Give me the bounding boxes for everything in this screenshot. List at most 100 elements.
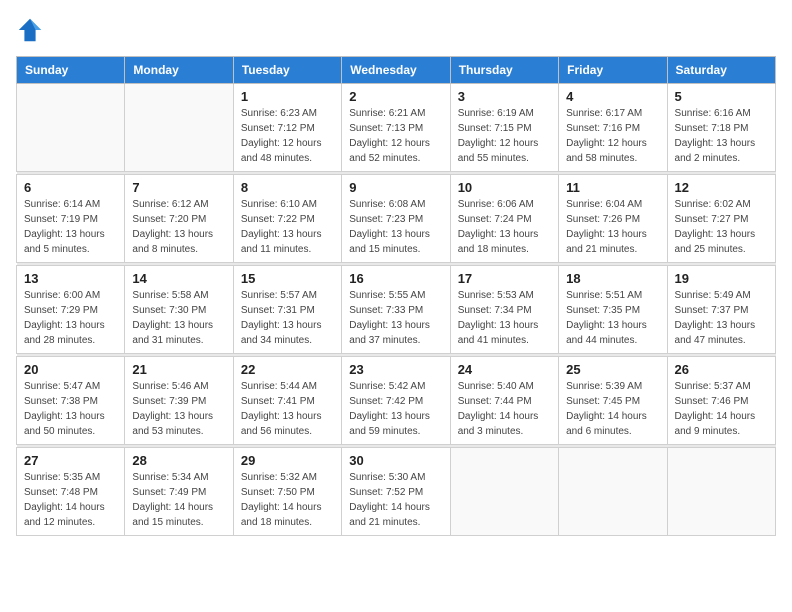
day-info: Sunrise: 5:35 AMSunset: 7:48 PMDaylight:… — [24, 470, 117, 530]
calendar-cell — [17, 84, 125, 172]
calendar-week-1: 1 Sunrise: 6:23 AMSunset: 7:12 PMDaylight… — [17, 84, 776, 172]
calendar-week-5: 27 Sunrise: 5:35 AMSunset: 7:48 PMDayligh… — [17, 448, 776, 536]
day-info: Sunrise: 5:39 AMSunset: 7:45 PMDaylight:… — [566, 379, 659, 439]
day-number: 11 — [566, 180, 659, 195]
header-tuesday: Tuesday — [233, 57, 341, 84]
calendar-cell: 1 Sunrise: 6:23 AMSunset: 7:12 PMDaylight… — [233, 84, 341, 172]
day-info: Sunrise: 5:42 AMSunset: 7:42 PMDaylight:… — [349, 379, 442, 439]
calendar-header-row: SundayMondayTuesdayWednesdayThursdayFrid… — [17, 57, 776, 84]
page-header — [16, 16, 776, 44]
day-number: 8 — [241, 180, 334, 195]
calendar-cell: 14 Sunrise: 5:58 AMSunset: 7:30 PMDayligh… — [125, 266, 233, 354]
calendar-cell: 5 Sunrise: 6:16 AMSunset: 7:18 PMDaylight… — [667, 84, 775, 172]
calendar-cell: 3 Sunrise: 6:19 AMSunset: 7:15 PMDaylight… — [450, 84, 558, 172]
day-info: Sunrise: 6:17 AMSunset: 7:16 PMDaylight:… — [566, 106, 659, 166]
day-info: Sunrise: 5:55 AMSunset: 7:33 PMDaylight:… — [349, 288, 442, 348]
calendar-week-2: 6 Sunrise: 6:14 AMSunset: 7:19 PMDaylight… — [17, 175, 776, 263]
calendar-cell: 12 Sunrise: 6:02 AMSunset: 7:27 PMDayligh… — [667, 175, 775, 263]
day-number: 10 — [458, 180, 551, 195]
day-number: 14 — [132, 271, 225, 286]
header-friday: Friday — [559, 57, 667, 84]
calendar-cell: 15 Sunrise: 5:57 AMSunset: 7:31 PMDayligh… — [233, 266, 341, 354]
day-number: 5 — [675, 89, 768, 104]
calendar-cell: 27 Sunrise: 5:35 AMSunset: 7:48 PMDayligh… — [17, 448, 125, 536]
day-info: Sunrise: 6:19 AMSunset: 7:15 PMDaylight:… — [458, 106, 551, 166]
day-number: 2 — [349, 89, 442, 104]
calendar-cell — [667, 448, 775, 536]
day-number: 1 — [241, 89, 334, 104]
day-number: 26 — [675, 362, 768, 377]
day-number: 16 — [349, 271, 442, 286]
day-number: 12 — [675, 180, 768, 195]
day-info: Sunrise: 5:37 AMSunset: 7:46 PMDaylight:… — [675, 379, 768, 439]
day-number: 6 — [24, 180, 117, 195]
day-number: 18 — [566, 271, 659, 286]
calendar-cell: 8 Sunrise: 6:10 AMSunset: 7:22 PMDaylight… — [233, 175, 341, 263]
day-number: 4 — [566, 89, 659, 104]
day-info: Sunrise: 5:47 AMSunset: 7:38 PMDaylight:… — [24, 379, 117, 439]
day-number: 25 — [566, 362, 659, 377]
calendar-cell: 10 Sunrise: 6:06 AMSunset: 7:24 PMDayligh… — [450, 175, 558, 263]
calendar-cell: 20Sunrise: 5:47 AMSunset: 7:38 PMDayligh… — [17, 357, 125, 445]
day-number: 23 — [349, 362, 442, 377]
calendar-cell: 26 Sunrise: 5:37 AMSunset: 7:46 PMDayligh… — [667, 357, 775, 445]
calendar-cell: 21Sunrise: 5:46 AMSunset: 7:39 PMDayligh… — [125, 357, 233, 445]
day-info: Sunrise: 6:23 AMSunset: 7:12 PMDaylight:… — [241, 106, 334, 166]
calendar-cell: 19Sunrise: 5:49 AMSunset: 7:37 PMDayligh… — [667, 266, 775, 354]
calendar-cell: 17Sunrise: 5:53 AMSunset: 7:34 PMDayligh… — [450, 266, 558, 354]
header-sunday: Sunday — [17, 57, 125, 84]
calendar-cell: 2 Sunrise: 6:21 AMSunset: 7:13 PMDaylight… — [342, 84, 450, 172]
day-number: 9 — [349, 180, 442, 195]
day-number: 29 — [241, 453, 334, 468]
calendar-cell: 6 Sunrise: 6:14 AMSunset: 7:19 PMDaylight… — [17, 175, 125, 263]
header-thursday: Thursday — [450, 57, 558, 84]
day-info: Sunrise: 6:06 AMSunset: 7:24 PMDaylight:… — [458, 197, 551, 257]
day-number: 22 — [241, 362, 334, 377]
day-number: 30 — [349, 453, 442, 468]
calendar-cell: 7 Sunrise: 6:12 AMSunset: 7:20 PMDaylight… — [125, 175, 233, 263]
day-info: Sunrise: 5:46 AMSunset: 7:39 PMDaylight:… — [132, 379, 225, 439]
day-info: Sunrise: 5:58 AMSunset: 7:30 PMDaylight:… — [132, 288, 225, 348]
header-saturday: Saturday — [667, 57, 775, 84]
calendar-cell: 11Sunrise: 6:04 AMSunset: 7:26 PMDayligh… — [559, 175, 667, 263]
logo — [16, 16, 48, 44]
day-info: Sunrise: 5:44 AMSunset: 7:41 PMDaylight:… — [241, 379, 334, 439]
calendar-week-4: 20Sunrise: 5:47 AMSunset: 7:38 PMDayligh… — [17, 357, 776, 445]
day-info: Sunrise: 5:30 AMSunset: 7:52 PMDaylight:… — [349, 470, 442, 530]
calendar-cell: 28Sunrise: 5:34 AMSunset: 7:49 PMDayligh… — [125, 448, 233, 536]
day-number: 24 — [458, 362, 551, 377]
logo-icon — [16, 16, 44, 44]
calendar-cell: 18 Sunrise: 5:51 AMSunset: 7:35 PMDayligh… — [559, 266, 667, 354]
day-info: Sunrise: 5:32 AMSunset: 7:50 PMDaylight:… — [241, 470, 334, 530]
calendar-cell — [125, 84, 233, 172]
day-number: 27 — [24, 453, 117, 468]
calendar-cell: 25 Sunrise: 5:39 AMSunset: 7:45 PMDayligh… — [559, 357, 667, 445]
calendar-cell: 22 Sunrise: 5:44 AMSunset: 7:41 PMDayligh… — [233, 357, 341, 445]
calendar-cell: 29 Sunrise: 5:32 AMSunset: 7:50 PMDayligh… — [233, 448, 341, 536]
day-info: Sunrise: 6:10 AMSunset: 7:22 PMDaylight:… — [241, 197, 334, 257]
calendar-cell: 4 Sunrise: 6:17 AMSunset: 7:16 PMDaylight… — [559, 84, 667, 172]
day-number: 7 — [132, 180, 225, 195]
day-info: Sunrise: 5:51 AMSunset: 7:35 PMDaylight:… — [566, 288, 659, 348]
day-info: Sunrise: 6:00 AMSunset: 7:29 PMDaylight:… — [24, 288, 117, 348]
day-info: Sunrise: 6:14 AMSunset: 7:19 PMDaylight:… — [24, 197, 117, 257]
day-info: Sunrise: 5:40 AMSunset: 7:44 PMDaylight:… — [458, 379, 551, 439]
calendar-cell: 24 Sunrise: 5:40 AMSunset: 7:44 PMDayligh… — [450, 357, 558, 445]
day-info: Sunrise: 6:12 AMSunset: 7:20 PMDaylight:… — [132, 197, 225, 257]
day-info: Sunrise: 6:21 AMSunset: 7:13 PMDaylight:… — [349, 106, 442, 166]
calendar-cell — [450, 448, 558, 536]
day-number: 3 — [458, 89, 551, 104]
calendar-cell: 30 Sunrise: 5:30 AMSunset: 7:52 PMDayligh… — [342, 448, 450, 536]
day-info: Sunrise: 6:02 AMSunset: 7:27 PMDaylight:… — [675, 197, 768, 257]
calendar-cell: 16 Sunrise: 5:55 AMSunset: 7:33 PMDayligh… — [342, 266, 450, 354]
day-info: Sunrise: 6:16 AMSunset: 7:18 PMDaylight:… — [675, 106, 768, 166]
day-info: Sunrise: 5:57 AMSunset: 7:31 PMDaylight:… — [241, 288, 334, 348]
day-number: 15 — [241, 271, 334, 286]
header-monday: Monday — [125, 57, 233, 84]
day-info: Sunrise: 5:53 AMSunset: 7:34 PMDaylight:… — [458, 288, 551, 348]
calendar-cell: 13Sunrise: 6:00 AMSunset: 7:29 PMDayligh… — [17, 266, 125, 354]
day-info: Sunrise: 6:08 AMSunset: 7:23 PMDaylight:… — [349, 197, 442, 257]
day-info: Sunrise: 5:34 AMSunset: 7:49 PMDaylight:… — [132, 470, 225, 530]
day-info: Sunrise: 5:49 AMSunset: 7:37 PMDaylight:… — [675, 288, 768, 348]
calendar-table: SundayMondayTuesdayWednesdayThursdayFrid… — [16, 56, 776, 536]
